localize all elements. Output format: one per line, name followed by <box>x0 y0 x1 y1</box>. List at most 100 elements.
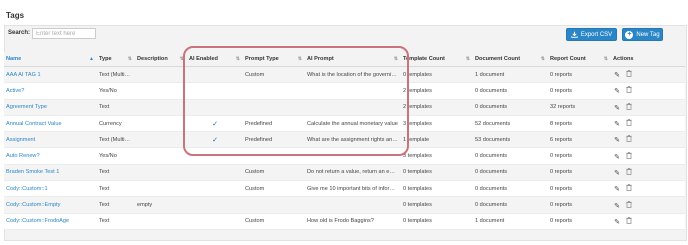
pencil-icon[interactable]: ✎ <box>613 153 621 161</box>
tag-name-link[interactable]: Cody::Custom::FrodoAge <box>6 218 69 224</box>
cell-ai-prompt: Calculate the annual monetary value <box>305 115 401 133</box>
cell-text: 2 templates <box>403 87 432 94</box>
cell-description <box>135 66 187 84</box>
tag-name-link[interactable]: Auto Renew? <box>6 153 40 159</box>
column-header-template-count[interactable]: Template Count ⇅ <box>401 52 473 67</box>
pencil-icon[interactable]: ✎ <box>613 136 621 144</box>
cell-text: 1 document <box>475 218 505 225</box>
cell-ai-enabled <box>187 147 243 165</box>
column-header-label: Description <box>137 56 168 62</box>
cell-text: Text (Multiple) <box>99 71 134 78</box>
tag-name-link[interactable]: Braden Smoke Test 1 <box>6 169 59 175</box>
cell-text: 2 templates <box>403 104 432 111</box>
sort-icon: ⇅ <box>603 56 608 62</box>
trash-icon[interactable] <box>625 135 633 144</box>
pencil-icon[interactable]: ✎ <box>613 71 621 79</box>
new-tag-button[interactable]: + New Tag <box>622 28 663 41</box>
cell-type: Text (Multiple) <box>97 131 135 149</box>
cell-text: 0 documents <box>475 169 508 176</box>
cell-report-count: 8 reports <box>548 115 611 133</box>
cell-text: 0 templates <box>403 218 432 225</box>
trash-icon[interactable] <box>625 119 633 128</box>
trash-icon[interactable] <box>625 70 633 79</box>
tag-name-link[interactable]: Cody::Custom::1 <box>6 186 48 192</box>
cell-type: Text <box>97 99 135 116</box>
cell-ai-enabled <box>187 180 243 198</box>
search-input[interactable] <box>32 28 96 39</box>
pencil-icon[interactable]: ✎ <box>613 202 621 210</box>
trash-icon[interactable] <box>625 200 633 210</box>
cell-text: Text <box>99 218 110 225</box>
cell-ai-prompt: What is the location of the governing la… <box>305 66 401 84</box>
cell-text: 8 reports <box>550 120 573 127</box>
trash-icon[interactable] <box>625 151 633 161</box>
cell-actions: ✎ <box>611 213 685 230</box>
cell-text: Text <box>99 202 110 209</box>
tag-name-link[interactable]: Cody::Custom::Empty <box>6 202 60 208</box>
trash-icon[interactable] <box>625 217 633 226</box>
cell-text: 0 documents <box>475 153 508 160</box>
column-header-document-count[interactable]: Document Count ⇅ <box>473 52 548 67</box>
cell-template-count: 0 templates <box>401 66 473 84</box>
cell-type: Text (Multiple) <box>97 66 135 84</box>
export-csv-button[interactable]: Export CSV <box>566 28 617 41</box>
trash-icon[interactable] <box>625 168 633 177</box>
column-header-description[interactable]: Description ⇅ <box>135 52 187 67</box>
cell-text: Do not return a value, return an empty s… <box>307 169 401 176</box>
table-row: Cody::Custom::1 Text Custom Give me 10 impo… <box>4 180 685 198</box>
table-row: Agreement Type Text 2 templates 0 documents… <box>4 99 685 116</box>
cell-ai-enabled <box>187 164 243 182</box>
cell-text: Yes/No <box>99 153 117 160</box>
pencil-icon[interactable]: ✎ <box>613 218 621 226</box>
cell-text: Give me 10 important bits of information <box>307 185 401 192</box>
column-header-label: Report Count <box>550 56 586 62</box>
column-header-type[interactable]: Type ⇅ <box>97 52 135 67</box>
pencil-icon[interactable]: ✎ <box>613 185 621 193</box>
tag-name-link[interactable]: Agreement Type <box>6 104 47 110</box>
column-header-report-count[interactable]: Report Count ⇅ <box>548 52 611 67</box>
cell-ai-prompt: Give me 10 important bits of information <box>305 180 401 198</box>
tag-name-link[interactable]: AAA AI TAG 1 <box>6 72 41 78</box>
cell-text: Custom <box>245 218 265 225</box>
cell-text: How old is Frodo Baggins? <box>307 218 374 225</box>
column-header-name[interactable]: Name ▲ <box>4 52 97 67</box>
cell-prompt-type <box>243 82 305 100</box>
cell-text: 3 templates <box>403 120 432 127</box>
cell-document-count: 1 document <box>473 66 548 84</box>
cell-ai-enabled <box>187 99 243 116</box>
trash-icon[interactable] <box>625 184 633 193</box>
column-header-label: Type <box>99 56 112 62</box>
pencil-icon[interactable]: ✎ <box>613 104 621 112</box>
tag-name-link[interactable]: Assignment <box>6 137 35 143</box>
cell-text: 3 templates <box>403 153 432 160</box>
cell-actions: ✎ <box>611 99 685 116</box>
column-header-label: Prompt Type <box>245 56 279 62</box>
cell-actions: ✎ <box>611 164 685 182</box>
column-header-ai-prompt[interactable]: AI Prompt ⇅ <box>305 52 401 67</box>
tag-name-link[interactable]: Active? <box>6 88 24 94</box>
cell-description <box>135 115 187 133</box>
cell-ai-prompt <box>305 99 401 116</box>
cell-text: 0 templates <box>403 202 432 209</box>
trash-icon[interactable] <box>625 102 633 112</box>
pencil-icon[interactable]: ✎ <box>613 120 621 128</box>
cell-text: 1 document <box>475 71 505 78</box>
cell-text: 0 templates <box>403 71 432 78</box>
cell-name: Assignment <box>4 131 97 149</box>
cell-text: 32 reports <box>550 104 576 111</box>
sort-icon: ⇅ <box>179 56 184 62</box>
table-row: Auto Renew? Yes/No 3 templates 0 documents 0… <box>4 147 685 165</box>
column-header-prompt-type[interactable]: Prompt Type ⇅ <box>243 52 305 67</box>
tag-name-link[interactable]: Annual Contract Value <box>6 121 62 127</box>
cell-description <box>135 82 187 100</box>
column-header-ai-enabled[interactable]: AI Enabled ⇅ <box>187 52 243 67</box>
cell-text: Predefined <box>245 120 273 127</box>
pencil-icon[interactable]: ✎ <box>613 87 621 95</box>
table-row: AAA AI TAG 1 Text (Multiple) Custom What is… <box>4 66 685 84</box>
trash-icon[interactable] <box>625 86 633 95</box>
pencil-icon[interactable]: ✎ <box>613 169 621 177</box>
cell-ai-prompt <box>305 82 401 100</box>
download-icon <box>571 31 578 38</box>
cell-actions: ✎ <box>611 131 685 149</box>
cell-text: 0 templates <box>403 185 432 192</box>
